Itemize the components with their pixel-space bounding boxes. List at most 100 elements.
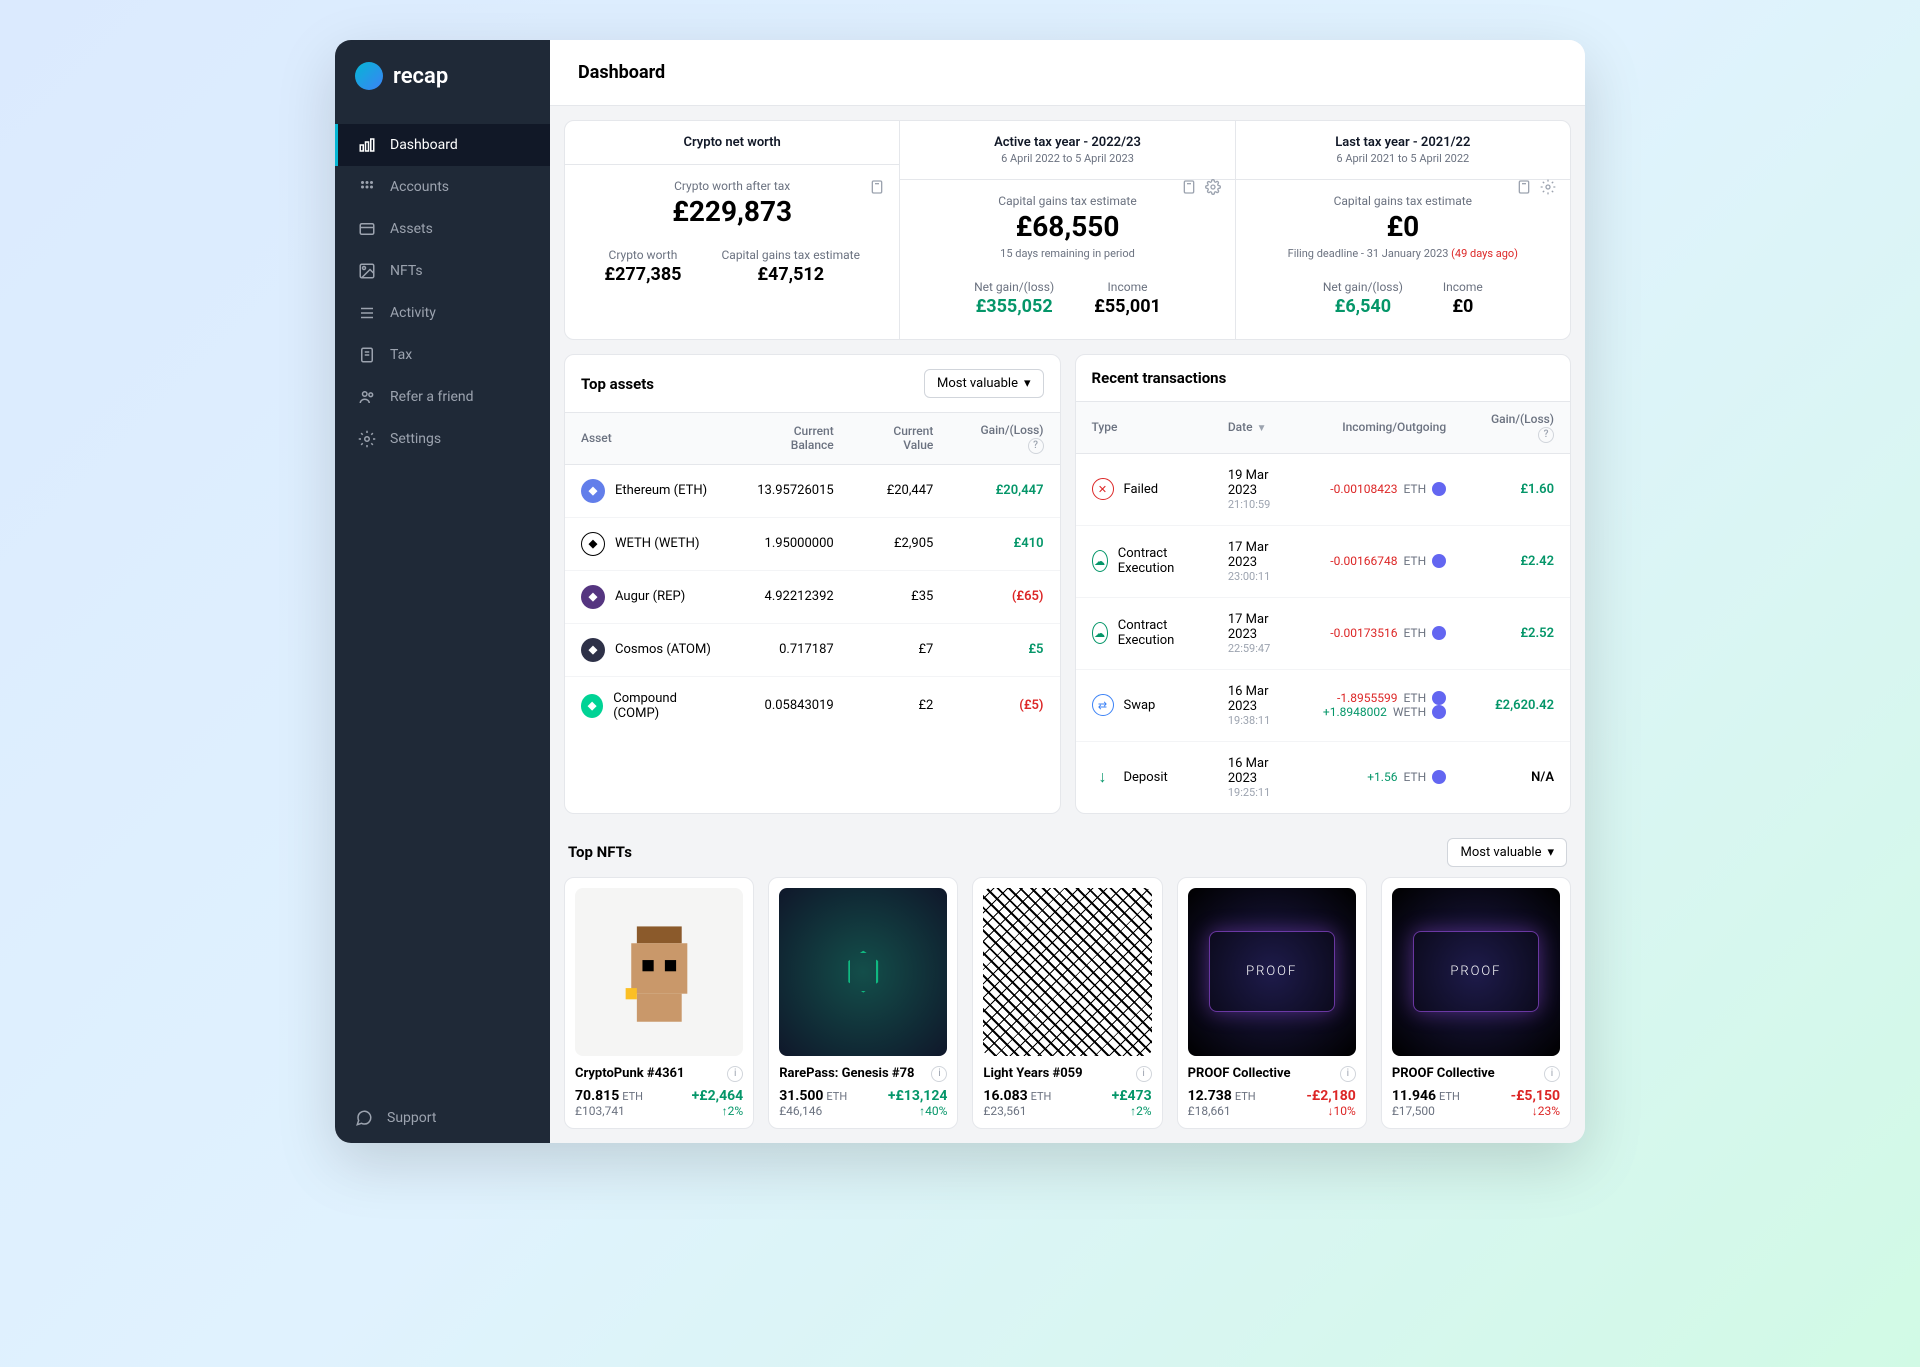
asset-balance: 4.92212392: [734, 570, 850, 623]
tx-row[interactable]: ✕Failed19 Mar 202321:10:59-0.00108423 ET…: [1076, 453, 1571, 525]
active-netgain-label: Net gain/(loss): [974, 280, 1054, 294]
col-value[interactable]: Current Value: [850, 413, 950, 465]
tx-type: Failed: [1124, 482, 1159, 497]
col-date[interactable]: Date▼: [1212, 402, 1307, 454]
top-assets-sort-dropdown[interactable]: Most valuable ▾: [924, 369, 1044, 398]
top-nfts-title: Top NFTs: [568, 843, 632, 861]
nav-label: Settings: [390, 431, 441, 447]
col-gain[interactable]: Gain/(Loss) ?: [949, 413, 1059, 465]
tx-date: 19 Mar 2023: [1228, 468, 1291, 498]
nft-card[interactable]: PROOFPROOF Collectivei11.946 ETH£17,500-…: [1381, 877, 1571, 1129]
tx-row[interactable]: ↓Deposit16 Mar 202319:25:11+1.56 ETH N/A: [1076, 741, 1571, 813]
token-icon: [1432, 554, 1446, 568]
info-icon[interactable]: i: [931, 1066, 947, 1082]
asset-row[interactable]: ◆Augur (REP)4.92212392£35(£65): [565, 570, 1060, 623]
active-cgt-value: £68,550: [918, 210, 1216, 243]
col-tx-gain[interactable]: Gain/(Loss) ?: [1462, 402, 1570, 454]
nft-symbol: ETH: [826, 1090, 847, 1103]
nft-name: CryptoPunk #4361: [575, 1066, 684, 1081]
sidebar-item-assets[interactable]: Assets: [335, 208, 550, 250]
support-link[interactable]: Support: [335, 1093, 550, 1143]
nav-icon: [358, 430, 376, 448]
sidebar-item-tax[interactable]: Tax: [335, 334, 550, 376]
sidebar-item-accounts[interactable]: Accounts: [335, 166, 550, 208]
col-balance[interactable]: Current Balance: [734, 413, 850, 465]
tx-date: 17 Mar 2023: [1228, 540, 1291, 570]
col-asset[interactable]: Asset: [565, 413, 734, 465]
sidebar-item-settings[interactable]: Settings: [335, 418, 550, 460]
app-window: recap DashboardAccountsAssetsNFTsActivit…: [335, 40, 1585, 1143]
nft-amount: 12.738: [1188, 1088, 1232, 1104]
crypto-worth-label: Crypto worth: [604, 248, 681, 262]
io-symbol: ETH: [1403, 691, 1426, 705]
networth-panel: Crypto net worth Crypto worth after tax …: [565, 121, 899, 339]
active-cgt-label: Capital gains tax estimate: [918, 194, 1216, 208]
nav-label: Tax: [390, 347, 412, 363]
sidebar-item-activity[interactable]: Activity: [335, 292, 550, 334]
io-symbol: ETH: [1403, 482, 1426, 496]
calculator-icon[interactable]: [869, 179, 885, 199]
asset-value: £7: [850, 623, 950, 676]
tx-type: Deposit: [1124, 770, 1168, 785]
asset-value: £20,447: [850, 464, 950, 517]
top-assets-title: Top assets: [581, 375, 654, 393]
tx-row[interactable]: ☁Contract Execution17 Mar 202322:59:47-0…: [1076, 597, 1571, 669]
nft-card[interactable]: RarePass: Genesis #78i31.500 ETH£46,146+…: [768, 877, 958, 1129]
nft-pct: ↓23%: [1511, 1104, 1560, 1118]
sidebar-item-nfts[interactable]: NFTs: [335, 250, 550, 292]
nav-label: Activity: [390, 305, 436, 321]
nft-symbol: ETH: [1439, 1090, 1460, 1103]
calculator-icon[interactable]: [1181, 179, 1197, 199]
tx-row[interactable]: ☁Contract Execution17 Mar 202323:00:11-0…: [1076, 525, 1571, 597]
io-amount: -0.00166748: [1330, 554, 1397, 568]
nft-card[interactable]: PROOFPROOF Collectivei12.738 ETH£18,661-…: [1177, 877, 1367, 1129]
col-type[interactable]: Type: [1076, 402, 1212, 454]
nft-fiat: £103,741: [575, 1104, 643, 1118]
nft-pct: ↑2%: [692, 1104, 744, 1118]
io-symbol: ETH: [1403, 770, 1426, 784]
tx-date: 16 Mar 2023: [1228, 756, 1291, 786]
info-icon[interactable]: i: [1136, 1066, 1152, 1082]
info-icon[interactable]: i: [1544, 1066, 1560, 1082]
nft-card[interactable]: CryptoPunk #4361i70.815 ETH£103,741+£2,4…: [564, 877, 754, 1129]
asset-row[interactable]: ◆WETH (WETH)1.95000000£2,905£410: [565, 517, 1060, 570]
nft-symbol: ETH: [622, 1090, 643, 1103]
logo-icon: [355, 62, 383, 90]
info-icon[interactable]: ?: [1538, 427, 1554, 443]
info-icon[interactable]: ?: [1028, 438, 1044, 454]
main: Dashboard Crypto net worth Crypto worth …: [550, 40, 1585, 1143]
io-amount: +1.56: [1367, 770, 1397, 784]
nft-card[interactable]: Light Years #059i16.083 ETH£23,561+£473↑…: [972, 877, 1162, 1129]
sidebar-item-dashboard[interactable]: Dashboard: [335, 124, 550, 166]
sidebar-item-refer-a-friend[interactable]: Refer a friend: [335, 376, 550, 418]
tx-table: Type Date▼ Incoming/Outgoing Gain/(Loss)…: [1076, 401, 1571, 813]
asset-gain: (£65): [949, 570, 1059, 623]
nav-icon: [358, 262, 376, 280]
recent-tx-title: Recent transactions: [1092, 369, 1227, 387]
asset-value: £35: [850, 570, 950, 623]
info-icon[interactable]: i: [727, 1066, 743, 1082]
calculator-icon[interactable]: [1516, 179, 1532, 199]
nft-gain: +£473: [1112, 1088, 1152, 1104]
gear-icon[interactable]: [1540, 179, 1556, 199]
tx-row[interactable]: ⇄Swap16 Mar 202319:38:11-1.8955599 ETH +…: [1076, 669, 1571, 741]
asset-row[interactable]: ◆Ethereum (ETH)13.95726015£20,447£20,447: [565, 464, 1060, 517]
asset-row[interactable]: ◆Compound (COMP)0.05843019£2(£5): [565, 676, 1060, 735]
nft-name: PROOF Collective: [1392, 1066, 1495, 1081]
recent-tx-panel: Recent transactions Type Date▼ Incoming/…: [1075, 354, 1572, 814]
last-year-range: 6 April 2021 to 5 April 2022: [1254, 152, 1552, 165]
asset-row[interactable]: ◆Cosmos (ATOM)0.717187£7£5: [565, 623, 1060, 676]
sort-label: Most valuable: [1460, 845, 1541, 860]
info-icon[interactable]: i: [1340, 1066, 1356, 1082]
gear-icon[interactable]: [1205, 179, 1221, 199]
active-year-title: Active tax year - 2022/23: [918, 135, 1216, 150]
last-income-label: Income: [1443, 280, 1483, 294]
tx-time: 23:00:11: [1228, 570, 1291, 583]
top-nfts-sort-dropdown[interactable]: Most valuable ▾: [1447, 838, 1567, 867]
asset-gain: (£5): [949, 676, 1059, 735]
col-io[interactable]: Incoming/Outgoing: [1307, 402, 1462, 454]
tx-time: 19:38:11: [1228, 714, 1291, 727]
io-amount: -1.8955599: [1337, 691, 1397, 705]
nft-fiat: £18,661: [1188, 1104, 1256, 1118]
asset-gain: £5: [949, 623, 1059, 676]
